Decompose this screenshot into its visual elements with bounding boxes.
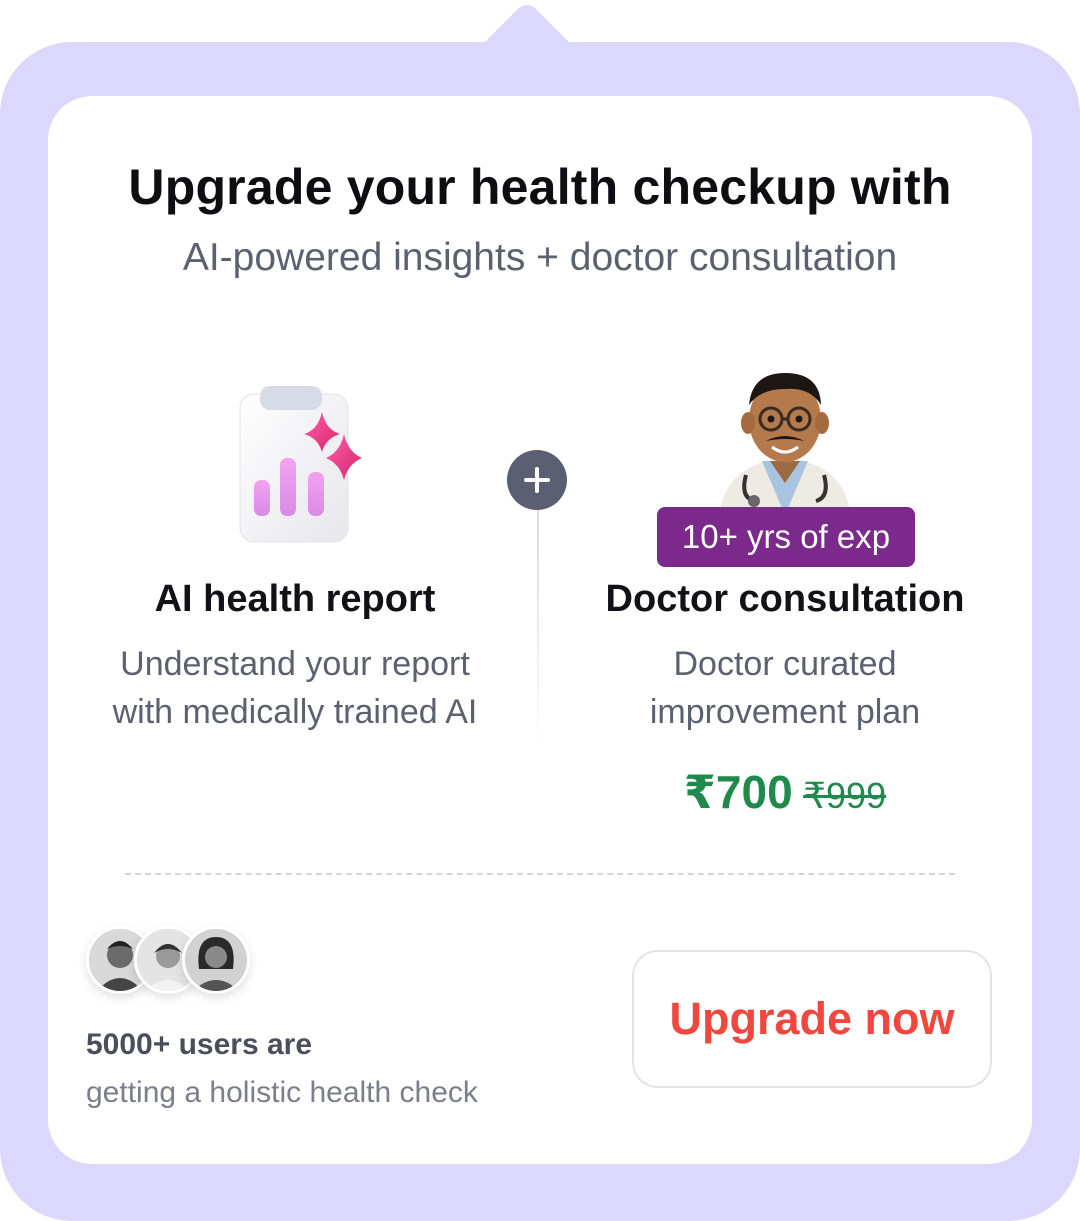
experience-badge: 10+ yrs of exp bbox=[657, 507, 915, 567]
doctor-avatar-icon bbox=[720, 373, 850, 515]
upgrade-now-button[interactable]: Upgrade now bbox=[632, 950, 992, 1088]
column-divider bbox=[537, 510, 539, 750]
promo-title: Upgrade your health checkup with bbox=[128, 159, 952, 215]
ai-report-description: Understand your report with medically tr… bbox=[60, 640, 530, 736]
avatar bbox=[182, 926, 250, 994]
discounted-price: ₹700 bbox=[683, 766, 793, 818]
tooltip-notch bbox=[483, 5, 571, 44]
doctor-consultation-title: Doctor consultation bbox=[605, 578, 965, 620]
ai-report-description-line: with medically trained AI bbox=[112, 693, 478, 731]
clipboard-chart-sparkle-icon bbox=[239, 386, 362, 543]
dashed-divider bbox=[125, 873, 955, 875]
social-proof-description: getting a holistic health check bbox=[86, 1076, 478, 1109]
promo-subtitle: AI-powered insights + doctor consultatio… bbox=[182, 236, 898, 279]
social-proof-title: 5000+ users are bbox=[86, 1028, 313, 1061]
doctor-description-line: improvement plan bbox=[649, 693, 921, 731]
plus-icon bbox=[507, 450, 567, 510]
doctor-description-line: Doctor curated bbox=[673, 645, 897, 683]
ai-report-title: AI health report bbox=[154, 578, 436, 620]
user-avatars bbox=[86, 926, 256, 996]
doctor-price: ₹700 ₹999 bbox=[560, 765, 1010, 819]
original-price: ₹999 bbox=[803, 775, 887, 816]
doctor-consultation-description: Doctor curated improvement plan bbox=[560, 640, 1010, 736]
ai-report-description-line: Understand your report bbox=[120, 645, 470, 683]
